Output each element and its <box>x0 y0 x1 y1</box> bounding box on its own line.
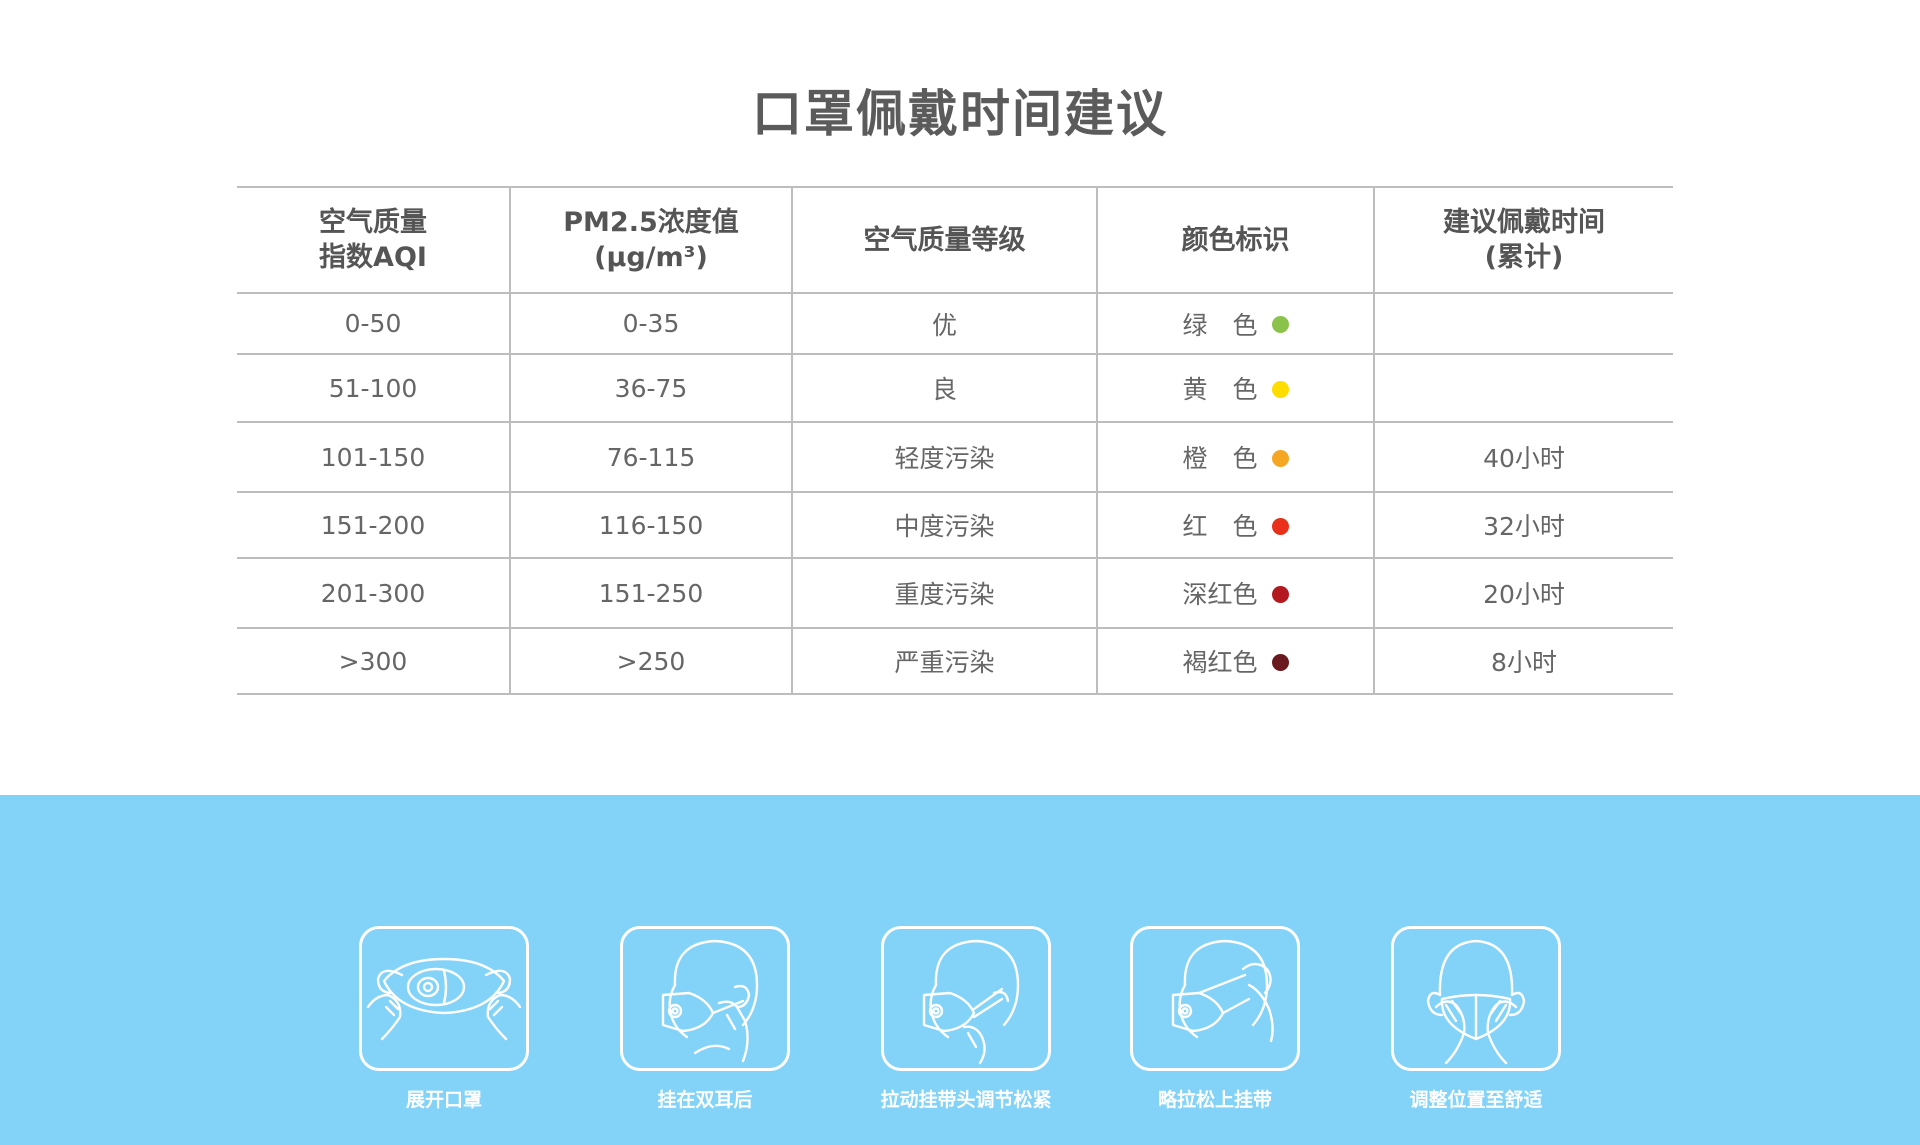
table-row: >300 >250 严重污染 褐红色 8小时 <box>237 628 1673 695</box>
level-cell: 严重污染 <box>791 628 1097 695</box>
color-cell: 绿 色 <box>1096 293 1374 355</box>
header-time: 建议佩戴时间 (累计) <box>1373 186 1673 294</box>
time-cell <box>1373 354 1673 423</box>
unfold-mask-icon <box>359 926 529 1071</box>
color-cell: 红 色 <box>1096 492 1374 559</box>
header-aqi: 空气质量 指数AQI <box>237 186 510 294</box>
aqi-cell: >300 <box>237 628 510 695</box>
aqi-table: 空气质量 指数AQI PM2.5浓度值 (μg/m³) 空气质量等级 颜色标识 建议… <box>237 186 1673 695</box>
color-dot-icon <box>1271 449 1289 467</box>
color-label: 深红色 <box>1182 580 1258 609</box>
pm25-cell: 76-115 <box>509 422 792 493</box>
header-level: 空气质量等级 <box>791 186 1097 294</box>
step-4: 略拉松上挂带 <box>1115 926 1315 1112</box>
hang-ears-icon <box>620 926 790 1071</box>
pm25-cell: 116-150 <box>509 492 792 559</box>
instructions-section: 展开口罩 挂在双耳后 拉动挂带头调节松紧 略拉松上挂带 调整位置至舒适 <box>0 795 1920 1145</box>
aqi-cell: 101-150 <box>237 422 510 493</box>
time-cell: 8小时 <box>1373 628 1673 695</box>
level-cell: 重度污染 <box>791 558 1097 629</box>
color-cell: 橙 色 <box>1096 422 1374 493</box>
step-caption: 拉动挂带头调节松紧 <box>880 1089 1052 1111</box>
aqi-cell: 201-300 <box>237 558 510 629</box>
level-cell: 中度污染 <box>791 492 1097 559</box>
color-dot-icon <box>1271 517 1289 535</box>
color-label: 红 色 <box>1182 512 1258 541</box>
loosen-strap-icon <box>1130 926 1300 1071</box>
color-dot-icon <box>1271 653 1289 671</box>
table-row: 51-100 36-75 良 黄 色 <box>237 354 1673 423</box>
time-cell: 40小时 <box>1373 422 1673 493</box>
step-caption: 挂在双耳后 <box>657 1089 753 1111</box>
color-dot-icon <box>1271 316 1289 333</box>
color-cell: 黄 色 <box>1096 354 1374 423</box>
adjust-position-icon <box>1391 926 1561 1071</box>
time-cell <box>1373 293 1673 355</box>
step-2: 挂在双耳后 <box>605 926 805 1112</box>
aqi-cell: 151-200 <box>237 492 510 559</box>
table-header-row: 空气质量 指数AQI PM2.5浓度值 (μg/m³) 空气质量等级 颜色标识 建议… <box>237 186 1673 294</box>
step-caption: 调整位置至舒适 <box>1409 1089 1543 1111</box>
level-cell: 良 <box>791 354 1097 423</box>
color-label: 褐红色 <box>1182 648 1258 677</box>
table-row: 201-300 151-250 重度污染 深红色 20小时 <box>237 558 1673 629</box>
top-section: 口罩佩戴时间建议 空气质量 指数AQI PM2.5浓度值 (μg/m³) 空气质量等… <box>0 0 1920 795</box>
step-1: 展开口罩 <box>344 926 544 1112</box>
header-pm25: PM2.5浓度值 (μg/m³) <box>509 186 792 294</box>
table-row: 0-50 0-35 优 绿 色 <box>237 293 1673 355</box>
page-title: 口罩佩戴时间建议 <box>752 85 1168 143</box>
color-label: 绿 色 <box>1182 310 1258 340</box>
color-cell: 深红色 <box>1096 558 1374 629</box>
color-label: 黄 色 <box>1182 375 1258 404</box>
aqi-cell: 0-50 <box>237 293 510 355</box>
pm25-cell: 0-35 <box>509 293 792 355</box>
table-row: 151-200 116-150 中度污染 红 色 32小时 <box>237 492 1673 559</box>
level-cell: 轻度污染 <box>791 422 1097 493</box>
color-dot-icon <box>1271 380 1289 398</box>
adjust-strap-icon <box>881 926 1051 1071</box>
pm25-cell: 36-75 <box>509 354 792 423</box>
table-row: 101-150 76-115 轻度污染 橙 色 40小时 <box>237 422 1673 493</box>
level-cell: 优 <box>791 293 1097 355</box>
pm25-cell: 151-250 <box>509 558 792 629</box>
step-5: 调整位置至舒适 <box>1376 926 1576 1112</box>
aqi-cell: 51-100 <box>237 354 510 423</box>
header-color: 颜色标识 <box>1096 186 1374 294</box>
color-label: 橙 色 <box>1182 444 1258 473</box>
time-cell: 20小时 <box>1373 558 1673 629</box>
step-caption: 展开口罩 <box>405 1089 482 1111</box>
step-caption: 略拉松上挂带 <box>1157 1089 1272 1111</box>
time-cell: 32小时 <box>1373 492 1673 559</box>
color-cell: 褐红色 <box>1096 628 1374 695</box>
step-3: 拉动挂带头调节松紧 <box>866 926 1066 1112</box>
color-dot-icon <box>1271 585 1289 603</box>
pm25-cell: >250 <box>509 628 792 695</box>
